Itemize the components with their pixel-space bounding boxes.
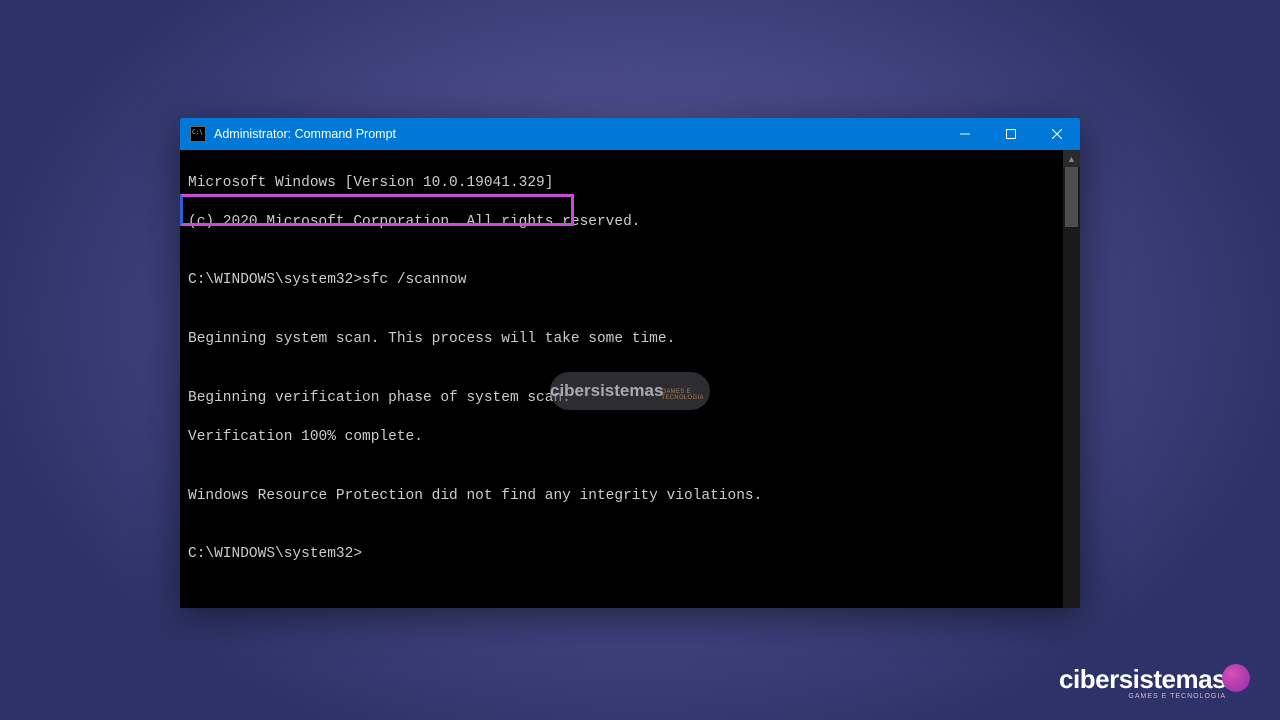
scroll-thumb[interactable]	[1065, 167, 1078, 227]
window-title: Administrator: Command Prompt	[214, 127, 942, 141]
output-line: (c) 2020 Microsoft Corporation. All righ…	[188, 213, 1055, 233]
brand-subtext: GAMES E TECNOLOGIA	[1059, 693, 1226, 700]
titlebar[interactable]: Administrator: Command Prompt	[180, 118, 1080, 150]
scroll-up-arrow-icon[interactable]: ▲	[1063, 150, 1080, 167]
cmd-icon	[190, 126, 206, 142]
brand-text: cibersistemas	[1059, 664, 1226, 694]
prompt-line: C:\WINDOWS\system32>	[188, 545, 1055, 565]
brand-logo: cibersistemas GAMES E TECNOLOGIA	[1059, 664, 1250, 700]
vertical-scrollbar[interactable]: ▲ ▼	[1063, 150, 1080, 608]
maximize-button[interactable]	[988, 118, 1034, 150]
output-line: Beginning verification phase of system s…	[188, 389, 1055, 409]
terminal-output[interactable]: Microsoft Windows [Version 10.0.19041.32…	[180, 150, 1063, 608]
minimize-button[interactable]	[942, 118, 988, 150]
client-area: Microsoft Windows [Version 10.0.19041.32…	[180, 150, 1080, 608]
close-button[interactable]	[1034, 118, 1080, 150]
window-controls	[942, 118, 1080, 150]
output-line: Beginning system scan. This process will…	[188, 330, 1055, 350]
output-line: Windows Resource Protection did not find…	[188, 487, 1055, 507]
prompt-command: C:\WINDOWS\system32>sfc /scannow	[188, 271, 1055, 291]
output-line: Microsoft Windows [Version 10.0.19041.32…	[188, 174, 1055, 194]
brand-dot-icon	[1222, 664, 1250, 692]
output-line: Verification 100% complete.	[188, 428, 1055, 448]
command-prompt-window: Administrator: Command Prompt Microsoft …	[180, 118, 1080, 608]
